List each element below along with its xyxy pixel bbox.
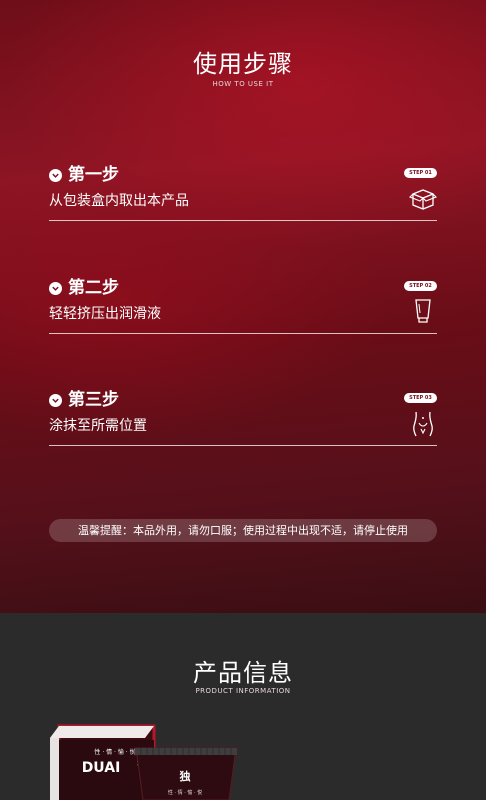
step-2-desc: 轻轻挤压出润滑液: [49, 306, 161, 322]
step-1-desc: 从包装盒内取出本产品: [49, 193, 189, 209]
step-2-title: 第二步: [68, 278, 119, 298]
step-3-title: 第三步: [68, 390, 119, 410]
step-3-divider: [49, 445, 437, 446]
usage-title: 使用步骤: [193, 50, 293, 78]
body-icon: [413, 411, 433, 437]
step-1-divider: [49, 220, 437, 221]
chevron-down-icon: [49, 393, 62, 407]
step-2-badge: STEP 02: [404, 281, 437, 291]
chevron-down-icon: [49, 281, 62, 295]
tube-icon: [415, 299, 431, 323]
step-3-desc: 涂抹至所需位置: [49, 418, 147, 434]
step-1-badge: STEP 01: [404, 168, 437, 178]
svg-text:性 · 情 · 愉 · 悦: 性 · 情 · 愉 · 悦: [168, 789, 202, 796]
step-3-badge: STEP 03: [404, 393, 437, 403]
step-2-head: 第二步: [49, 278, 119, 298]
notice-banner: 温馨提醒：本品外用，请勿口服；使用过程中出现不适，请停止使用: [49, 519, 437, 542]
product-info-title: 产品信息: [193, 659, 293, 687]
box-icon: [409, 189, 437, 210]
product-info-subtitle: PRODUCT INFORMATION: [195, 687, 291, 695]
step-1-head: 第一步: [49, 165, 119, 185]
step-3: 第三步 涂抹至所需位置 STEP 03: [49, 390, 437, 450]
usage-section: 使用步骤 HOW TO USE IT 第一步 从包装盒内取出本产品 STEP 0…: [0, 0, 486, 613]
svg-text:独: 独: [179, 769, 191, 783]
chevron-down-icon: [49, 168, 62, 182]
step-3-head: 第三步: [49, 390, 119, 410]
step-1: 第一步 从包装盒内取出本产品 STEP 01: [49, 165, 437, 225]
usage-subtitle: HOW TO USE IT: [212, 80, 274, 88]
product-image: 性 · 情 · 愉 · 悦 DUAI 独 独 性 · 情 · 愉 · 悦: [50, 724, 238, 800]
step-2: 第二步 轻轻挤压出润滑液 STEP 02: [49, 278, 437, 338]
svg-text:性 · 情 · 愉 · 悦: 性 · 情 · 愉 · 悦: [94, 748, 135, 756]
brand-logo: DUAI: [82, 760, 121, 776]
step-2-divider: [49, 333, 437, 334]
page: 使用步骤 HOW TO USE IT 第一步 从包装盒内取出本产品 STEP 0…: [0, 0, 486, 800]
step-1-title: 第一步: [68, 165, 119, 185]
